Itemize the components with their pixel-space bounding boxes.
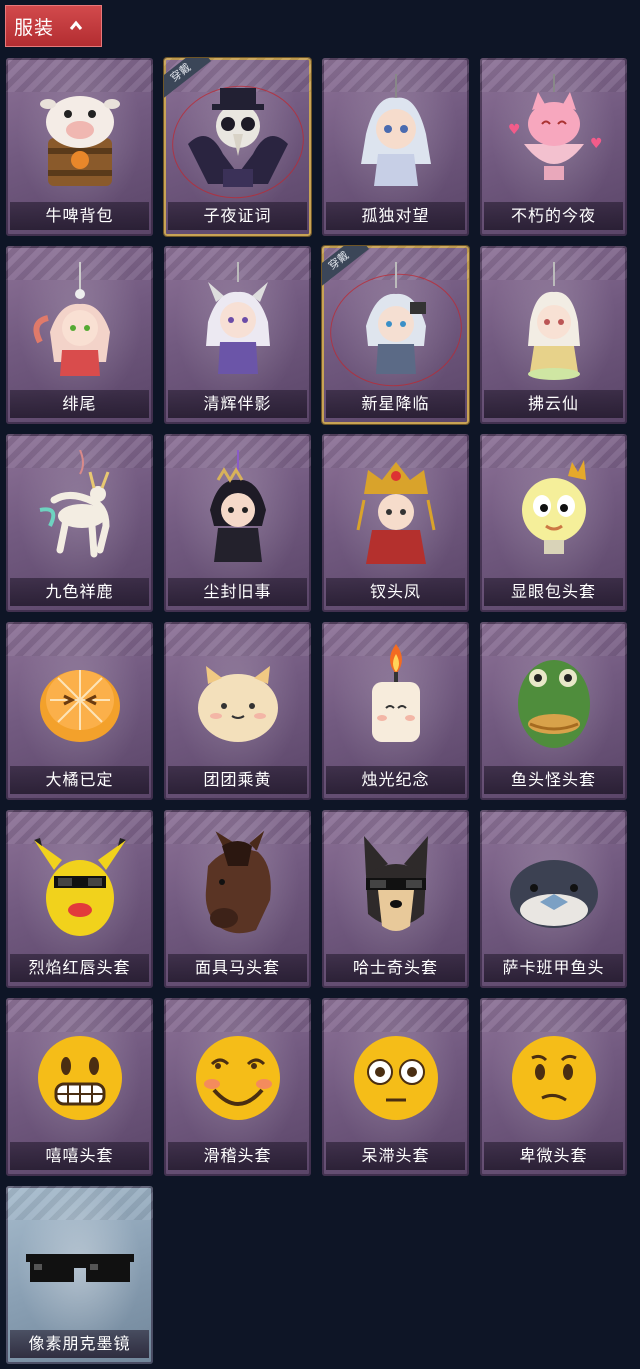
- costume-label: 卑微头套: [484, 1142, 623, 1170]
- costume-card[interactable]: 大橘已定: [6, 622, 153, 800]
- costume-card[interactable]: 团团乘黄: [164, 622, 311, 800]
- costume-label: 面具马头套: [168, 954, 307, 982]
- pink-cat-bowl-icon: ♥♥: [508, 74, 603, 180]
- plague-doctor-figure-icon: [187, 88, 288, 187]
- costume-card[interactable]: 嘻嘻头套: [6, 998, 153, 1176]
- husky-head-mask-icon: [363, 836, 428, 931]
- svg-text:♥: ♥: [508, 122, 521, 138]
- section-title: 服装: [14, 16, 55, 39]
- costume-label: 像素朋克墨镜: [10, 1330, 149, 1358]
- costume-card[interactable]: 穿戴 子夜证词: [164, 58, 311, 236]
- fluffy-cat-head-icon: [197, 666, 278, 742]
- costume-card[interactable]: 面具马头套: [164, 810, 311, 988]
- pixel-sunglasses-icon: [25, 1254, 134, 1282]
- costume-label: 拂云仙: [484, 390, 623, 418]
- cow-beer-backpack-icon: [39, 96, 120, 186]
- costume-label: 新星降临: [326, 390, 465, 418]
- costume-card[interactable]: 滑稽头套: [164, 998, 311, 1176]
- costume-card[interactable]: 呆滞头套: [322, 998, 469, 1176]
- cloud-fairy-charm-icon: [527, 262, 580, 380]
- costume-label: 九色祥鹿: [10, 578, 149, 606]
- fox-girl-charm-icon: [32, 262, 110, 376]
- silver-hair-charm-icon: [365, 262, 426, 374]
- costume-card[interactable]: 穿戴 新星降临: [322, 246, 469, 424]
- costume-label: 萨卡班甲鱼头: [484, 954, 623, 982]
- flushed-emoji-head-icon: [353, 1036, 438, 1120]
- chevron-up-icon: [68, 18, 84, 34]
- smirk-emoji-head-icon: [195, 1036, 280, 1120]
- fish-head-mask-icon: [517, 660, 590, 748]
- white-hair-figure-icon: [360, 74, 431, 186]
- costume-card[interactable]: 牛啤背包: [6, 58, 153, 236]
- round-fish-head-icon: [509, 860, 598, 928]
- costume-card[interactable]: 卑微头套: [480, 998, 627, 1176]
- costume-label: 哈士奇头套: [326, 954, 465, 982]
- costume-label: 清辉伴影: [168, 390, 307, 418]
- costume-label: 呆滞头套: [326, 1142, 465, 1170]
- orange-slice-head-icon: [39, 670, 120, 742]
- horned-boy-charm-icon: [205, 262, 270, 374]
- costume-card[interactable]: 哈士奇头套: [322, 810, 469, 988]
- costume-card[interactable]: ♥ ♥ 不朽的今夜: [480, 58, 627, 236]
- costume-label: 子夜证词: [168, 202, 307, 230]
- costume-card[interactable]: 拂云仙: [480, 246, 627, 424]
- costume-label: 牛啤背包: [10, 202, 149, 230]
- costume-card[interactable]: 烈焰红唇头套: [6, 810, 153, 988]
- costume-grid: 牛啤背包 穿戴 子夜证词 孤独对望 ♥ ♥ 不朽的今夜 绯尾 清辉伴影 穿戴 新…: [6, 58, 627, 1364]
- svg-text:♥: ♥: [590, 136, 603, 152]
- pleading-emoji-head-icon: [511, 1036, 596, 1120]
- costume-label: 尘封旧事: [168, 578, 307, 606]
- costume-label: 大橘已定: [10, 766, 149, 794]
- costume-label: 嘻嘻头套: [10, 1142, 149, 1170]
- costume-label: 钗头凤: [326, 578, 465, 606]
- costume-label: 团团乘黄: [168, 766, 307, 794]
- costume-card[interactable]: 尘封旧事: [164, 434, 311, 612]
- horse-head-mask-icon: [205, 830, 271, 934]
- costume-label: 烈焰红唇头套: [10, 954, 149, 982]
- costume-card[interactable]: 清辉伴影: [164, 246, 311, 424]
- phoenix-crown-charm-icon: [356, 462, 435, 564]
- costume-label: 孤独对望: [326, 202, 465, 230]
- white-deer-charm-icon: [39, 450, 110, 558]
- costume-card[interactable]: 鱼头怪头套: [480, 622, 627, 800]
- costume-label: 显眼包头套: [484, 578, 623, 606]
- grinning-emoji-head-icon: [37, 1036, 122, 1120]
- dark-hair-charm-icon: [209, 450, 266, 562]
- section-header-costume[interactable]: 服装: [5, 5, 102, 47]
- costume-card[interactable]: 绯尾: [6, 246, 153, 424]
- costume-card[interactable]: 孤独对望: [322, 58, 469, 236]
- costume-card[interactable]: 萨卡班甲鱼头: [480, 810, 627, 988]
- costume-card[interactable]: 像素朋克墨镜: [6, 1186, 153, 1364]
- candle-head-icon: [371, 644, 420, 742]
- costume-label: 烛光纪念: [326, 766, 465, 794]
- costume-card[interactable]: 显眼包头套: [480, 434, 627, 612]
- costume-label: 鱼头怪头套: [484, 766, 623, 794]
- costume-label: 滑稽头套: [168, 1142, 307, 1170]
- yellow-mouse-head-icon: [33, 838, 126, 936]
- yellow-bulb-head-icon: [521, 460, 586, 554]
- costume-card[interactable]: 烛光纪念: [322, 622, 469, 800]
- costume-card[interactable]: 钗头凤: [322, 434, 469, 612]
- costume-label: 不朽的今夜: [484, 202, 623, 230]
- costume-label: 绯尾: [10, 390, 149, 418]
- costume-card[interactable]: 九色祥鹿: [6, 434, 153, 612]
